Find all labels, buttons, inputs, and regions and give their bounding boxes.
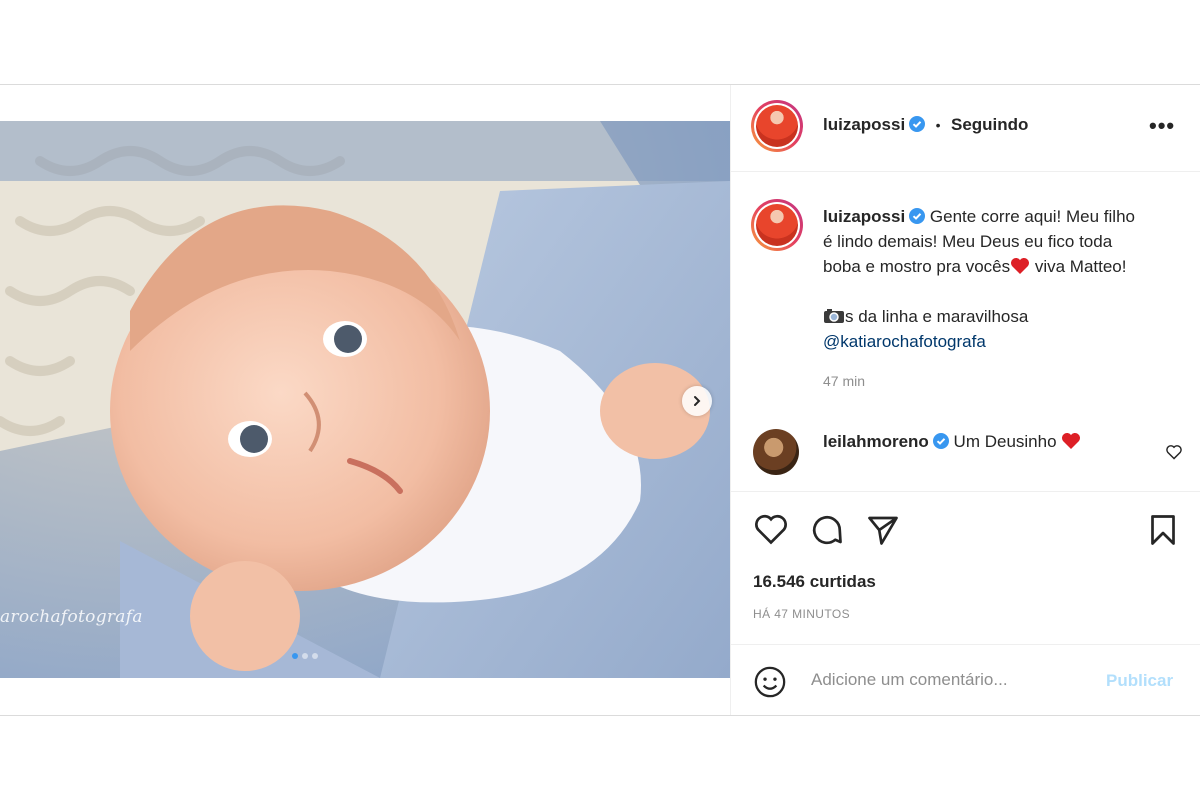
chevron-right-icon [694, 396, 701, 406]
post-media[interactable]: arochafotografa [0, 121, 730, 678]
comment-icon[interactable] [809, 512, 845, 548]
photo-watermark: arochafotografa [0, 607, 143, 627]
photographer-mention-link[interactable]: @katiarochafotografa [823, 329, 1183, 354]
next-slide-button[interactable] [682, 386, 712, 416]
post-actions: 16.546 curtidas HÁ 47 MINUTOS Publicar [731, 491, 1200, 712]
caption-avatar[interactable] [751, 199, 803, 251]
carousel-dot [312, 653, 318, 659]
avatar-image [756, 105, 798, 147]
caption-text-line3: boba e mostro pra vocês [823, 257, 1011, 276]
avatar-image [756, 204, 798, 246]
comment-composer: Publicar [731, 644, 1200, 719]
likes-count[interactable]: 16.546 curtidas [753, 572, 876, 592]
post-sidebar: luizapossi • Seguindo ••• luizapossi Gen… [730, 85, 1200, 715]
caption-timestamp: 47 min [823, 373, 866, 389]
like-heart-icon[interactable] [753, 512, 789, 546]
carousel-dot [302, 653, 308, 659]
emoji-icon[interactable] [753, 665, 787, 699]
author-username[interactable]: luizapossi [823, 115, 905, 134]
verified-icon [932, 433, 949, 449]
caption-text-line5: s da linha e maravilhosa [845, 307, 1029, 326]
header-meta: luizapossi • Seguindo [823, 115, 1028, 135]
publish-button[interactable]: Publicar [1106, 671, 1173, 691]
author-avatar[interactable] [751, 100, 803, 152]
carousel-indicator [292, 653, 318, 659]
post-caption: luizapossi Gente corre aqui! Meu filho é… [823, 204, 1183, 354]
commenter-username[interactable]: leilahmoreno [823, 432, 929, 451]
comment-input[interactable] [809, 669, 1073, 691]
verified-icon [909, 116, 926, 132]
instagram-post: arochafotografa luizapossi • Seguindo ••… [0, 84, 1200, 716]
like-comment-heart-icon[interactable] [1165, 444, 1183, 460]
red-heart-emoji [1011, 258, 1030, 274]
post-header: luizapossi • Seguindo ••• [731, 85, 1200, 172]
red-heart-emoji [1062, 433, 1081, 449]
caption-text-line2: é lindo demais! Meu Deus eu fico toda [823, 232, 1113, 251]
comment-item: leilahmoreno Um Deusinho [823, 430, 1081, 454]
caption-author[interactable]: luizapossi [823, 207, 905, 226]
carousel-dot-active [292, 653, 298, 659]
more-options-icon[interactable]: ••• [1149, 113, 1175, 139]
verified-icon [909, 208, 926, 224]
camera-emoji [824, 309, 844, 323]
posted-time: HÁ 47 MINUTOS [753, 607, 850, 621]
caption-text-line3-end: viva Matteo! [1030, 257, 1127, 276]
caption-text-line1: Gente corre aqui! Meu filho [929, 207, 1135, 226]
share-icon[interactable] [865, 512, 901, 548]
follow-separator: • [935, 117, 941, 133]
baby-photo [0, 121, 730, 678]
commenter-avatar[interactable] [753, 429, 799, 475]
follow-status-button[interactable]: Seguindo [951, 115, 1028, 134]
bookmark-icon[interactable] [1145, 512, 1181, 548]
comment-text: Um Deusinho [953, 432, 1057, 451]
